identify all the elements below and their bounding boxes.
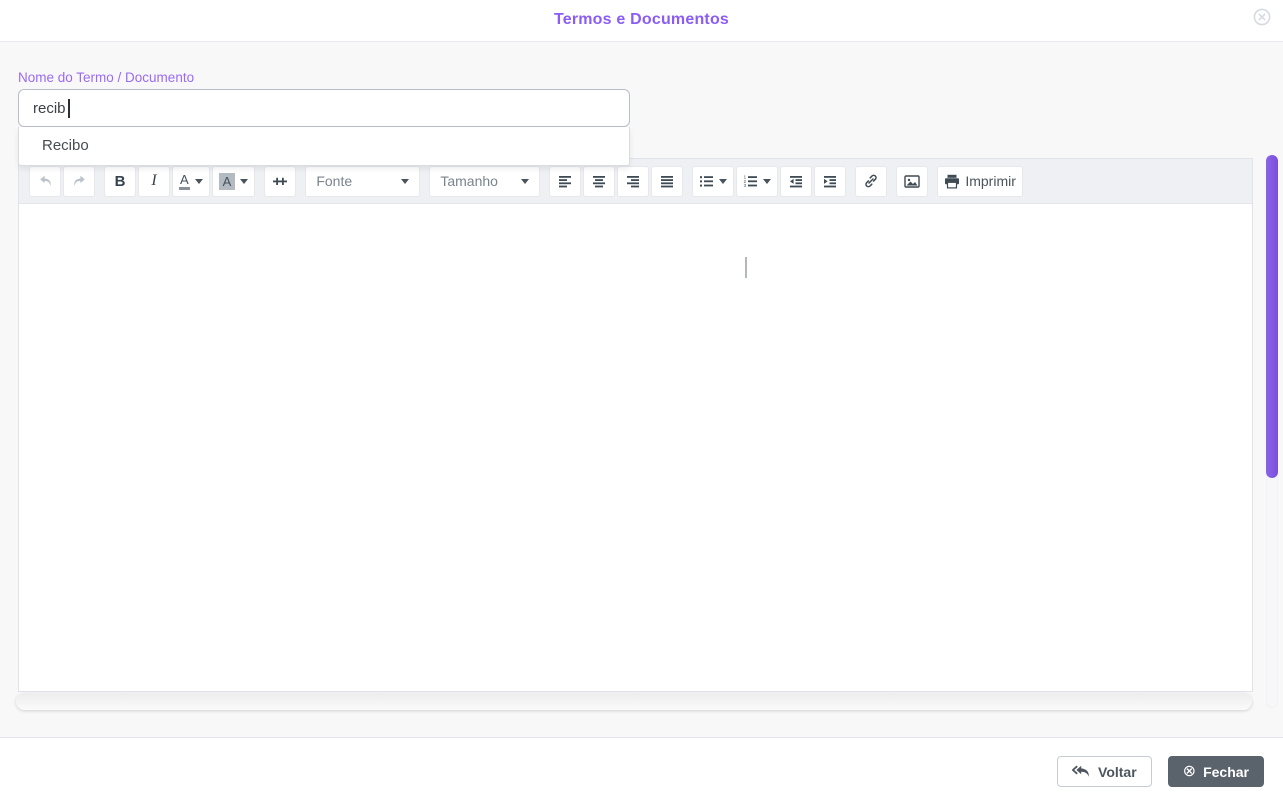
close-icon[interactable] [1253, 8, 1271, 26]
align-justify-button[interactable] [651, 166, 683, 197]
image-group [896, 166, 928, 197]
page-title: Termos e Documentos [0, 0, 1283, 40]
align-left-icon [558, 175, 572, 188]
insert-image-button[interactable] [896, 166, 928, 197]
hr-group [264, 166, 296, 197]
align-justify-icon [660, 175, 674, 188]
vertical-scrollbar-thumb[interactable] [1266, 155, 1278, 478]
alignment-group [549, 166, 683, 197]
close-button[interactable]: ⊗ Fechar [1168, 756, 1264, 787]
indent-button[interactable] [814, 166, 846, 197]
image-icon [904, 174, 920, 189]
horizontal-scrollbar-thumb[interactable] [16, 693, 1252, 710]
font-size-select[interactable]: Tamanho [429, 166, 540, 197]
name-field-label: Nome do Termo / Documento [18, 70, 194, 85]
back-button[interactable]: Voltar [1057, 756, 1152, 787]
font-family-value: Fonte [316, 173, 352, 189]
outdent-icon [789, 175, 803, 188]
modal-footer: Voltar ⊗ Fechar [0, 737, 1283, 800]
align-center-icon [592, 175, 606, 188]
ordered-list-icon: 1 2 3 [743, 175, 758, 188]
font-size-value: Tamanho [440, 173, 498, 189]
outdent-button[interactable] [780, 166, 812, 197]
chevron-down-icon [521, 179, 529, 184]
insert-link-button[interactable] [855, 166, 887, 197]
font-style-group: B I A A [104, 166, 255, 197]
chevron-down-icon [195, 179, 203, 184]
printer-icon [944, 174, 960, 189]
chevron-down-icon [763, 179, 771, 184]
indent-icon [823, 175, 837, 188]
list-indent-group: 1 2 3 [692, 166, 846, 197]
ordered-list-button[interactable]: 1 2 3 [736, 166, 778, 197]
background-color-label: A [219, 173, 236, 190]
text-color-label: A [179, 173, 190, 190]
horizontal-rule-button[interactable] [264, 166, 296, 197]
unordered-list-icon [699, 175, 714, 188]
text-caret [68, 99, 70, 118]
bold-label: B [115, 173, 126, 190]
unordered-list-button[interactable] [692, 166, 734, 197]
font-family-select[interactable]: Fonte [305, 166, 420, 197]
undo-button[interactable] [29, 166, 61, 197]
chevron-down-icon [719, 179, 727, 184]
editor-content-area[interactable] [19, 204, 1252, 691]
autocomplete-dropdown: Recibo [18, 127, 630, 166]
align-right-button[interactable] [617, 166, 649, 197]
align-right-icon [626, 175, 640, 188]
circle-x-icon: ⊗ [1183, 764, 1196, 780]
history-group [29, 166, 95, 197]
print-button[interactable]: Imprimir [937, 166, 1023, 197]
close-button-label: Fechar [1203, 764, 1249, 780]
undo-arrow-icon [38, 174, 53, 188]
print-group: Imprimir [937, 166, 1023, 197]
bold-button[interactable]: B [104, 166, 136, 197]
term-name-input[interactable] [18, 89, 630, 127]
redo-button[interactable] [63, 166, 95, 197]
chevron-down-icon [401, 179, 409, 184]
link-icon [863, 173, 879, 189]
align-left-button[interactable] [549, 166, 581, 197]
redo-arrow-icon [72, 174, 87, 188]
rich-text-editor: B I A A Fonte [18, 158, 1253, 692]
text-color-button[interactable]: A [172, 166, 210, 197]
svg-text:3: 3 [744, 183, 747, 188]
modal-header: Termos e Documentos [0, 0, 1283, 42]
back-button-label: Voltar [1098, 764, 1137, 780]
reply-all-icon [1072, 765, 1091, 778]
print-label: Imprimir [965, 173, 1016, 189]
chevron-down-icon [240, 179, 248, 184]
link-group [855, 166, 887, 197]
italic-button[interactable]: I [138, 166, 170, 197]
horizontal-rule-icon [272, 174, 288, 188]
background-color-button[interactable]: A [212, 166, 256, 197]
align-center-button[interactable] [583, 166, 615, 197]
italic-label: I [151, 172, 156, 190]
suggestion-item[interactable]: Recibo [19, 127, 629, 165]
editor-caret [745, 257, 747, 278]
